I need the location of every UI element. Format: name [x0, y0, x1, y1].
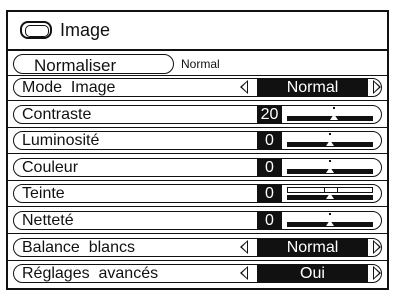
menu-row-nettete[interactable]: Netteté 0: [8, 210, 387, 231]
right-arrow-icon[interactable]: [373, 266, 381, 280]
slider-value: 20: [257, 105, 282, 124]
slider-center-dot: [329, 160, 331, 162]
row-divider: [8, 260, 387, 261]
row-divider: [8, 127, 387, 128]
slider-bar[interactable]: [287, 105, 373, 124]
menu-row-reglages-avances[interactable]: Réglages avancés Oui: [8, 263, 387, 284]
menu-row-label: Couleur: [22, 159, 79, 176]
slider-thumb-icon[interactable]: [326, 193, 334, 199]
menu-row-contraste[interactable]: Contraste 20: [8, 104, 387, 125]
picture-icon: [20, 21, 52, 39]
normalise-button[interactable]: Normaliser: [13, 54, 174, 75]
menu-row-label: Balance blancs: [22, 239, 135, 256]
slider-value: 0: [257, 131, 282, 150]
image-menu-panel: Image Normaliser Normal Mode Image Normal…: [6, 10, 389, 290]
row-divider: [8, 75, 387, 76]
menu-title-bar: Image: [8, 12, 387, 51]
slider-bar[interactable]: [287, 184, 373, 203]
slider-value: 0: [257, 184, 282, 203]
menu-row-label: Netteté: [22, 212, 74, 229]
row-divider: [8, 153, 387, 154]
menu-row-label: Contraste: [22, 106, 92, 123]
right-arrow-icon[interactable]: [373, 240, 381, 254]
menu-row-label: Mode Image: [22, 79, 116, 96]
menu-row-label: Réglages avancés: [22, 265, 159, 282]
menu-row-mode-image[interactable]: Mode Image Normal: [8, 77, 387, 98]
row-divider: [8, 100, 387, 101]
select-value[interactable]: Normal: [257, 238, 368, 257]
slider-center-dot: [333, 107, 335, 109]
select-value[interactable]: Oui: [257, 264, 368, 283]
right-arrow-icon[interactable]: [373, 80, 381, 94]
slider-bar[interactable]: [287, 158, 373, 177]
select-value[interactable]: Normal: [257, 78, 368, 97]
row-divider: [8, 206, 387, 207]
menu-row-label: Teinte: [22, 185, 65, 202]
slider-thumb-icon[interactable]: [326, 167, 334, 173]
menu-title: Image: [60, 20, 111, 40]
normalise-label: Normaliser: [34, 56, 117, 75]
menu-row-couleur[interactable]: Couleur 0: [8, 157, 387, 178]
slider-thumb-icon[interactable]: [326, 140, 334, 146]
menu-row-balance-blancs[interactable]: Balance blancs Normal: [8, 237, 387, 258]
left-arrow-icon[interactable]: [240, 80, 248, 94]
normalise-row[interactable]: Normaliser Normal: [8, 53, 387, 75]
slider-center-dot: [329, 213, 331, 215]
menu-row-luminosite[interactable]: Luminosité 0: [8, 130, 387, 151]
slider-bar[interactable]: [287, 211, 373, 230]
left-arrow-icon[interactable]: [240, 266, 248, 280]
tint-center-segment: [324, 188, 338, 192]
left-arrow-icon[interactable]: [240, 240, 248, 254]
menu-row-teinte[interactable]: Teinte 0: [8, 183, 387, 204]
slider-thumb-icon[interactable]: [330, 114, 338, 120]
row-divider: [8, 180, 387, 181]
menu-row-label: Luminosité: [22, 132, 100, 149]
normalise-status: Normal: [181, 57, 220, 71]
slider-bar[interactable]: [287, 131, 373, 150]
row-divider: [8, 233, 387, 234]
slider-center-dot: [329, 133, 331, 135]
slider-value: 0: [257, 158, 282, 177]
slider-thumb-icon[interactable]: [326, 220, 334, 226]
slider-value: 0: [257, 211, 282, 230]
